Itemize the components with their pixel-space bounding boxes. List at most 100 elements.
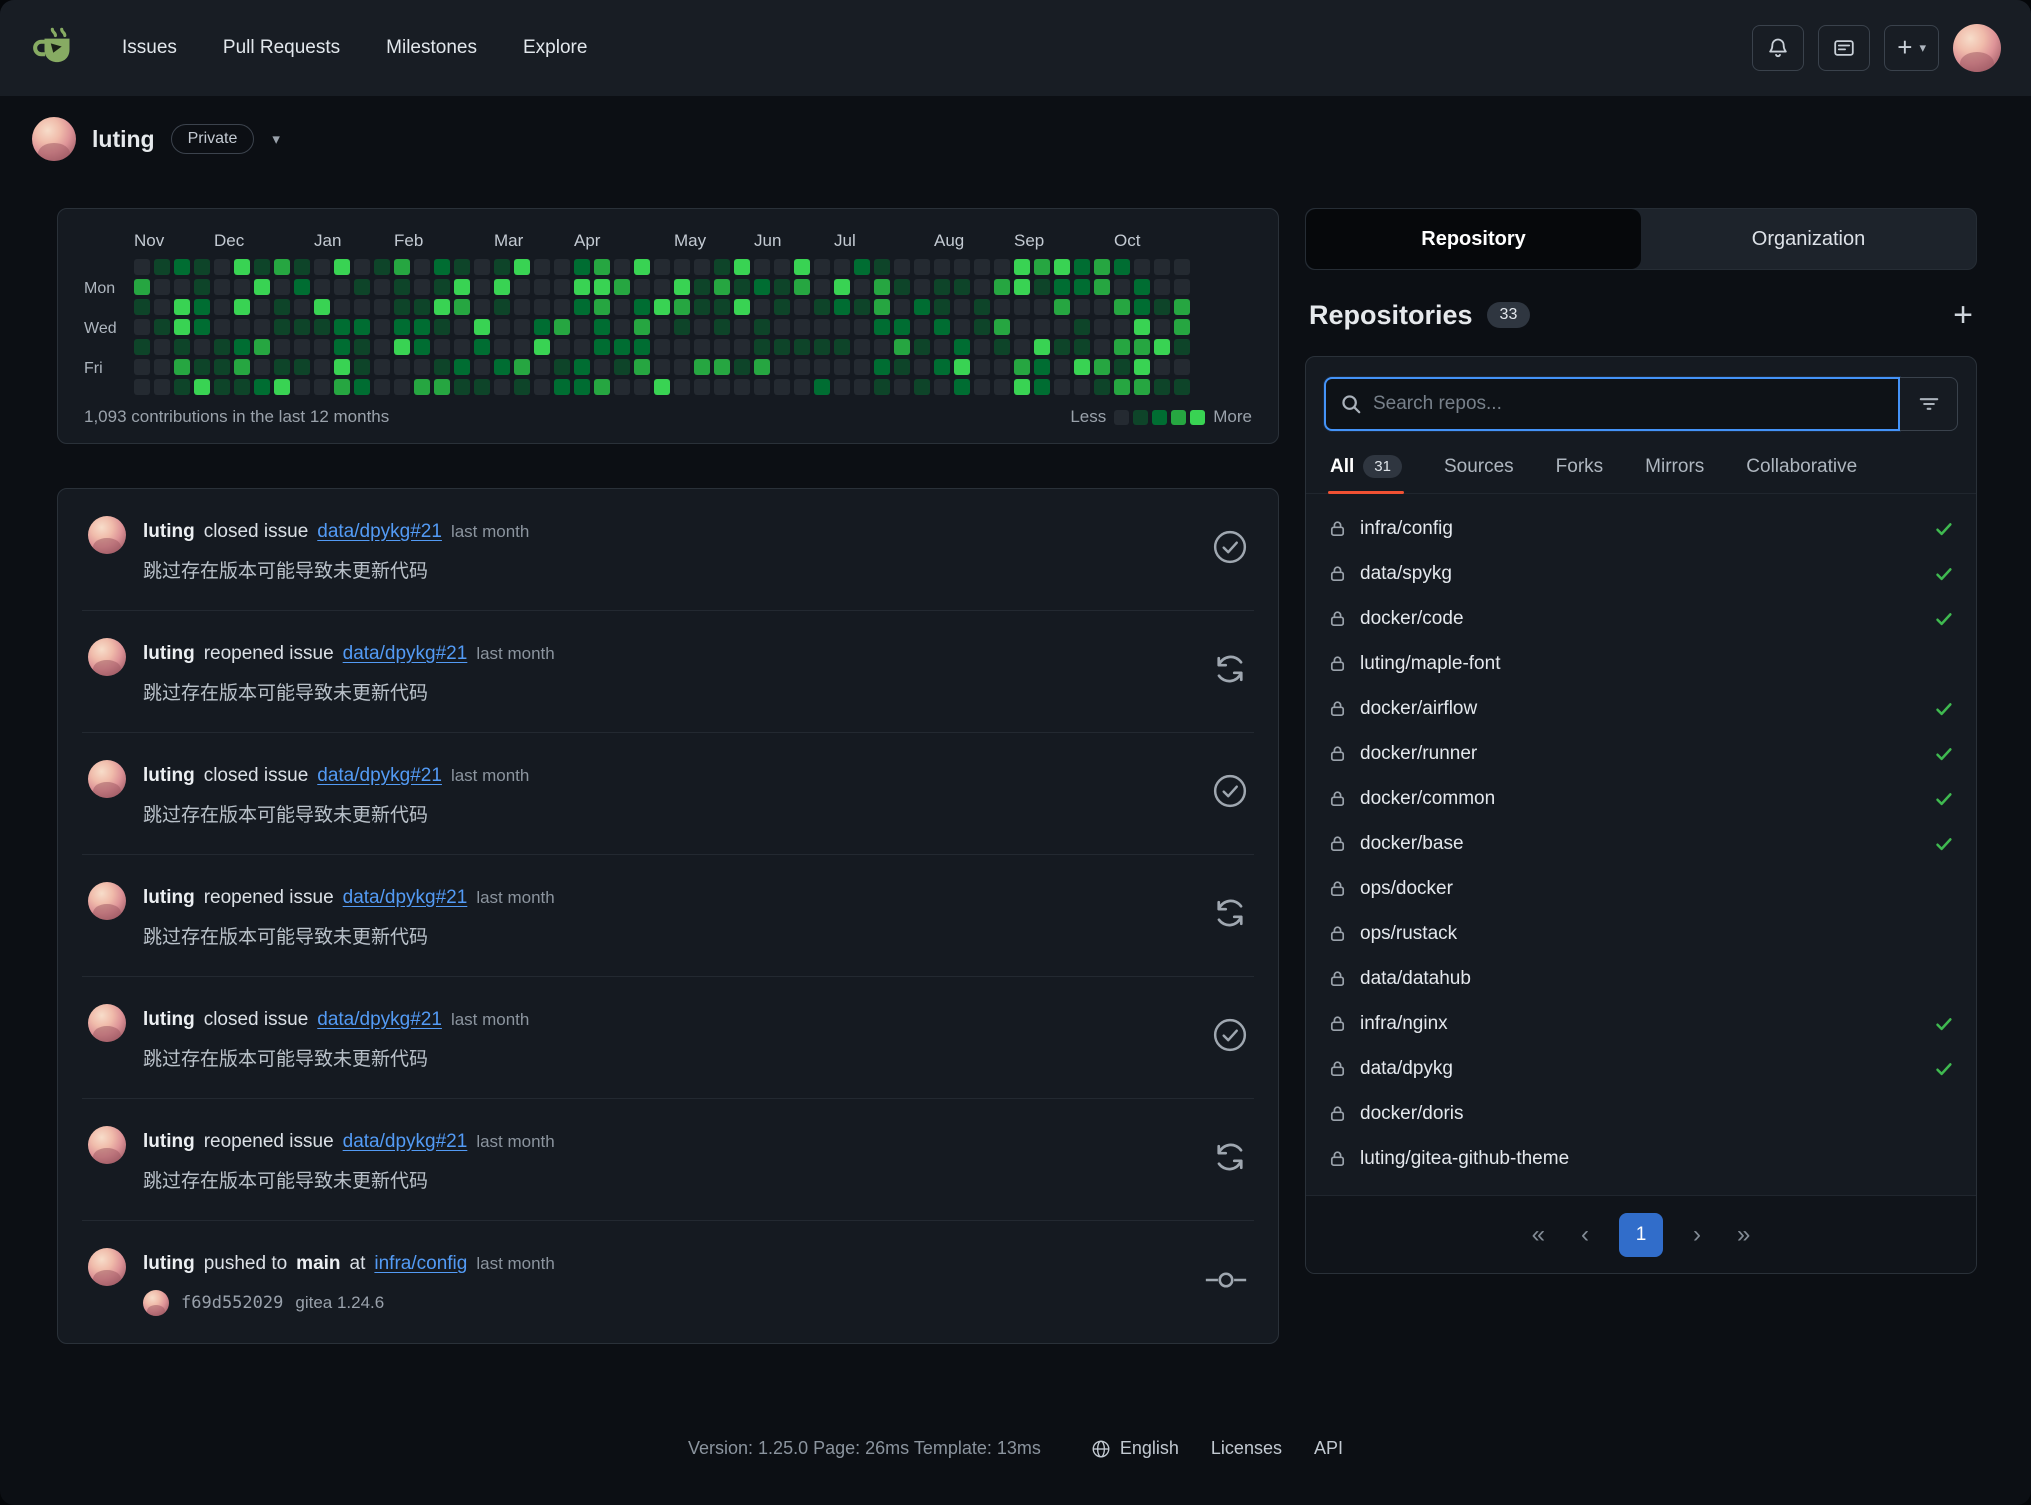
feed-username[interactable]: luting [143, 643, 195, 665]
profile-dropdown-chevron-icon[interactable]: ▾ [272, 130, 280, 148]
create-new-button[interactable]: + ▾ [1884, 25, 1939, 71]
next-page-button[interactable]: › [1687, 1221, 1707, 1249]
heatmap-week-column [194, 259, 214, 399]
feed-item: lutingreopened issuedata/dpykg#21last mo… [82, 610, 1254, 732]
heatmap-cell [934, 299, 950, 315]
heatmap-cell [1174, 339, 1190, 355]
nav-link-explore[interactable]: Explore [523, 37, 587, 59]
admin-panel-button[interactable] [1818, 25, 1870, 71]
avatar[interactable] [88, 638, 126, 676]
add-repository-button[interactable]: + [1953, 298, 1973, 332]
repo-row[interactable]: data/dpykg [1328, 1046, 1954, 1091]
api-link[interactable]: API [1314, 1438, 1343, 1459]
avatar[interactable] [88, 516, 126, 554]
repo-name[interactable]: ops/rustack [1360, 923, 1457, 945]
repo-row[interactable]: data/spykg [1328, 551, 1954, 596]
heatmap-cell [894, 359, 910, 375]
gitea-logo-icon[interactable] [30, 21, 84, 75]
nav-link-pull-requests[interactable]: Pull Requests [223, 37, 340, 59]
last-page-button[interactable]: » [1731, 1221, 1756, 1249]
profile-avatar[interactable] [32, 117, 76, 161]
repo-name[interactable]: docker/code [1360, 608, 1464, 630]
tab-repository[interactable]: Repository [1306, 209, 1641, 269]
repo-row[interactable]: luting/maple-font [1328, 641, 1954, 686]
feed-target-link[interactable]: data/dpykg#21 [343, 887, 468, 909]
feed-username[interactable]: luting [143, 887, 195, 909]
repo-row[interactable]: ops/docker [1328, 866, 1954, 911]
filter-tab-collaborative[interactable]: Collaborative [1744, 455, 1859, 493]
repo-name[interactable]: infra/config [1360, 518, 1453, 540]
repo-name[interactable]: docker/base [1360, 833, 1464, 855]
tab-organization[interactable]: Organization [1641, 209, 1976, 269]
commit-hash[interactable]: f69d552029 [181, 1293, 283, 1313]
feed-target-link[interactable]: data/dpykg#21 [317, 765, 442, 787]
heatmap-week-column [1114, 259, 1134, 399]
repo-row[interactable]: luting/gitea-github-theme [1328, 1136, 1954, 1181]
repo-row[interactable]: docker/airflow [1328, 686, 1954, 731]
feed-username[interactable]: luting [143, 1253, 195, 1275]
repo-row[interactable]: infra/config [1328, 506, 1954, 551]
repo-row[interactable]: infra/nginx [1328, 1001, 1954, 1046]
licenses-link[interactable]: Licenses [1211, 1438, 1282, 1459]
heatmap-cell [954, 259, 970, 275]
nav-link-issues[interactable]: Issues [122, 37, 177, 59]
avatar[interactable] [88, 1126, 126, 1164]
repo-row[interactable]: docker/code [1328, 596, 1954, 641]
repo-search-input[interactable] [1373, 393, 1884, 415]
right-column: Repository Organization Repositories 33 … [1305, 208, 1977, 1274]
repo-row[interactable]: docker/doris [1328, 1091, 1954, 1136]
filter-tab-mirrors[interactable]: Mirrors [1643, 455, 1706, 493]
filter-tab-forks[interactable]: Forks [1554, 455, 1606, 493]
repo-name[interactable]: docker/airflow [1360, 698, 1477, 720]
feed-username[interactable]: luting [143, 521, 195, 543]
notifications-button[interactable] [1752, 25, 1804, 71]
user-avatar[interactable] [1953, 24, 2001, 72]
filter-tab-sources[interactable]: Sources [1442, 455, 1516, 493]
repo-name[interactable]: data/dpykg [1360, 1058, 1453, 1080]
feed-username[interactable]: luting [143, 765, 195, 787]
first-page-button[interactable]: « [1526, 1221, 1551, 1249]
heatmap-cell [774, 279, 790, 295]
repo-name[interactable]: luting/gitea-github-theme [1360, 1148, 1569, 1170]
repo-name[interactable]: ops/docker [1360, 878, 1453, 900]
repo-name[interactable]: docker/runner [1360, 743, 1477, 765]
repo-row[interactable]: ops/rustack [1328, 911, 1954, 956]
feed-username[interactable]: luting [143, 1131, 195, 1153]
repo-row[interactable]: docker/common [1328, 776, 1954, 821]
avatar[interactable] [88, 1004, 126, 1042]
avatar[interactable] [88, 1248, 126, 1286]
heatmap-week-column [934, 259, 954, 399]
footer: Version: 1.25.0 Page: 26ms Template: 13m… [0, 1438, 2031, 1459]
heatmap-cell [814, 299, 830, 315]
repo-row[interactable]: docker/base [1328, 821, 1954, 866]
repo-name[interactable]: docker/doris [1360, 1103, 1464, 1125]
heatmap-cell [554, 279, 570, 295]
heatmap-cell [894, 339, 910, 355]
repo-name[interactable]: docker/common [1360, 788, 1495, 810]
feed-target-link[interactable]: infra/config [374, 1253, 467, 1275]
repo-name[interactable]: data/datahub [1360, 968, 1471, 990]
avatar[interactable] [88, 882, 126, 920]
feed-target-link[interactable]: data/dpykg#21 [343, 1131, 468, 1153]
repo-name[interactable]: luting/maple-font [1360, 653, 1500, 675]
repo-row[interactable]: docker/runner [1328, 731, 1954, 776]
filter-button[interactable] [1900, 377, 1958, 431]
heatmap-cell [214, 379, 230, 395]
feed-branch[interactable]: main [296, 1253, 340, 1275]
feed-target-link[interactable]: data/dpykg#21 [343, 643, 468, 665]
feed-target-link[interactable]: data/dpykg#21 [317, 1009, 442, 1031]
feed-action: closed issue [204, 1009, 309, 1031]
feed-target-link[interactable]: data/dpykg#21 [317, 521, 442, 543]
feed-username[interactable]: luting [143, 1009, 195, 1031]
language-selector[interactable]: English [1091, 1438, 1179, 1459]
nav-link-milestones[interactable]: Milestones [386, 37, 477, 59]
prev-page-button[interactable]: ‹ [1575, 1221, 1595, 1249]
repo-row[interactable]: data/datahub [1328, 956, 1954, 1001]
heatmap-cell [1014, 339, 1030, 355]
current-page-button[interactable]: 1 [1619, 1213, 1663, 1257]
heatmap-cell [474, 319, 490, 335]
filter-tab-all[interactable]: All31 [1328, 455, 1404, 493]
repo-name[interactable]: infra/nginx [1360, 1013, 1448, 1035]
repo-name[interactable]: data/spykg [1360, 563, 1452, 585]
avatar[interactable] [88, 760, 126, 798]
